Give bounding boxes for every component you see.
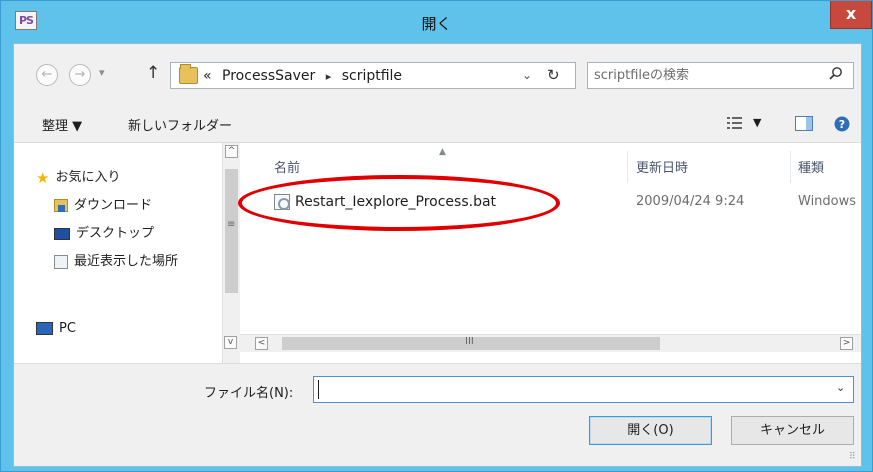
- column-header-type[interactable]: 種類: [798, 157, 824, 176]
- title-bar: PS 開く x: [1, 1, 872, 43]
- grip-icon: ≡: [227, 219, 236, 230]
- dialog-content: ← → ▾ ↑ « ProcessSaver ▸ scriptfile ⌄ ↻: [13, 43, 862, 467]
- filename-combobox[interactable]: ⌄: [313, 376, 854, 403]
- chevron-right-icon[interactable]: ▸: [320, 70, 338, 83]
- file-type: Windows: [798, 194, 857, 209]
- column-divider[interactable]: [790, 151, 791, 183]
- scroll-up-arrow-icon[interactable]: ^: [225, 145, 238, 158]
- breadcrumb-overflow[interactable]: «: [203, 68, 212, 84]
- command-toolbar: 整理 ▼ 新しいフォルダー ▼ ?: [14, 102, 861, 142]
- download-folder-icon: [54, 199, 68, 212]
- back-arrow-icon[interactable]: ←: [36, 64, 58, 86]
- up-folder-icon[interactable]: ↑: [146, 63, 160, 83]
- grip-icon: III: [465, 336, 474, 347]
- view-dropdown-icon[interactable]: ▼: [753, 116, 761, 129]
- close-button[interactable]: x: [830, 1, 872, 29]
- view-options-icon[interactable]: [727, 116, 745, 130]
- navigation-scrollbar[interactable]: ^ ≡: [222, 143, 240, 363]
- preview-pane-icon[interactable]: [795, 116, 813, 131]
- scroll-right-arrow-icon[interactable]: >: [840, 337, 853, 350]
- open-file-dialog: PS 開く x ← → ▾ ↑ « ProcessSaver ▸ scriptf…: [0, 0, 873, 472]
- horizontal-scrollbar-thumb[interactable]: III: [282, 336, 660, 350]
- desktop-icon: [54, 227, 70, 240]
- organize-button[interactable]: 整理 ▼: [42, 115, 82, 134]
- breadcrumb: « ProcessSaver ▸ scriptfile: [203, 68, 402, 84]
- navigation-pane: ★ お気に入り ダウンロード デスクトップ 最近表示した場所 PC ^ ≡: [14, 143, 240, 363]
- breadcrumb-scriptfile[interactable]: scriptfile: [342, 68, 402, 84]
- recent-locations-dropdown-icon[interactable]: ▾: [99, 66, 105, 79]
- open-button[interactable]: 開く(O): [589, 416, 712, 445]
- sidebar-item-recent[interactable]: 最近表示した場所: [54, 250, 178, 269]
- help-icon[interactable]: ?: [834, 116, 850, 132]
- pc-icon: [36, 322, 53, 335]
- dialog-title: 開く: [421, 15, 452, 33]
- navigation-bar: ← → ▾ ↑ « ProcessSaver ▸ scriptfile ⌄ ↻: [14, 44, 861, 102]
- column-divider[interactable]: [627, 151, 628, 183]
- search-input[interactable]: [592, 65, 820, 86]
- file-modified: 2009/04/24 9:24: [636, 194, 745, 209]
- column-header-name[interactable]: 名前: [274, 157, 300, 176]
- address-bar[interactable]: « ProcessSaver ▸ scriptfile ⌄ ↻: [170, 62, 576, 89]
- column-header-modified[interactable]: 更新日時: [636, 157, 688, 176]
- search-box[interactable]: [587, 62, 854, 89]
- browser-panes: ★ お気に入り ダウンロード デスクトップ 最近表示した場所 PC ^ ≡ ▲ …: [14, 142, 861, 364]
- sort-ascending-icon: ▲: [439, 147, 446, 157]
- sidebar-item-pc[interactable]: PC: [36, 321, 76, 336]
- highlight-annotation: [238, 175, 560, 231]
- recent-places-icon: [54, 254, 68, 269]
- cancel-button[interactable]: キャンセル: [731, 416, 854, 445]
- chevron-down-icon[interactable]: ⌄: [836, 381, 845, 394]
- refresh-icon[interactable]: ↻: [547, 66, 560, 84]
- resize-grip-icon[interactable]: ⠿: [849, 452, 856, 462]
- scrollbar-thumb[interactable]: [225, 169, 238, 293]
- scroll-left-arrow-icon[interactable]: <: [255, 337, 268, 350]
- forward-arrow-icon[interactable]: →: [69, 64, 91, 86]
- star-icon: ★: [36, 168, 50, 187]
- filename-label: ファイル名(N):: [204, 386, 294, 401]
- horizontal-scrollbar[interactable]: < III >: [240, 334, 861, 352]
- address-dropdown-icon[interactable]: ⌄: [522, 68, 532, 82]
- search-icon[interactable]: [828, 66, 844, 82]
- scroll-down-arrow-icon[interactable]: v: [224, 336, 237, 349]
- file-list: ▲ 名前 更新日時 種類 Restart_Iexplore_Process.ba…: [238, 143, 861, 363]
- svg-text:?: ?: [839, 118, 845, 131]
- folder-icon: [179, 64, 198, 84]
- sidebar-item-downloads[interactable]: ダウンロード: [54, 194, 152, 213]
- sidebar-item-favorites[interactable]: ★ お気に入り: [36, 166, 120, 187]
- filename-input[interactable]: [318, 380, 818, 399]
- new-folder-button[interactable]: 新しいフォルダー: [128, 115, 232, 134]
- breadcrumb-processsaver[interactable]: ProcessSaver: [216, 68, 315, 84]
- sidebar-item-desktop[interactable]: デスクトップ: [54, 222, 154, 241]
